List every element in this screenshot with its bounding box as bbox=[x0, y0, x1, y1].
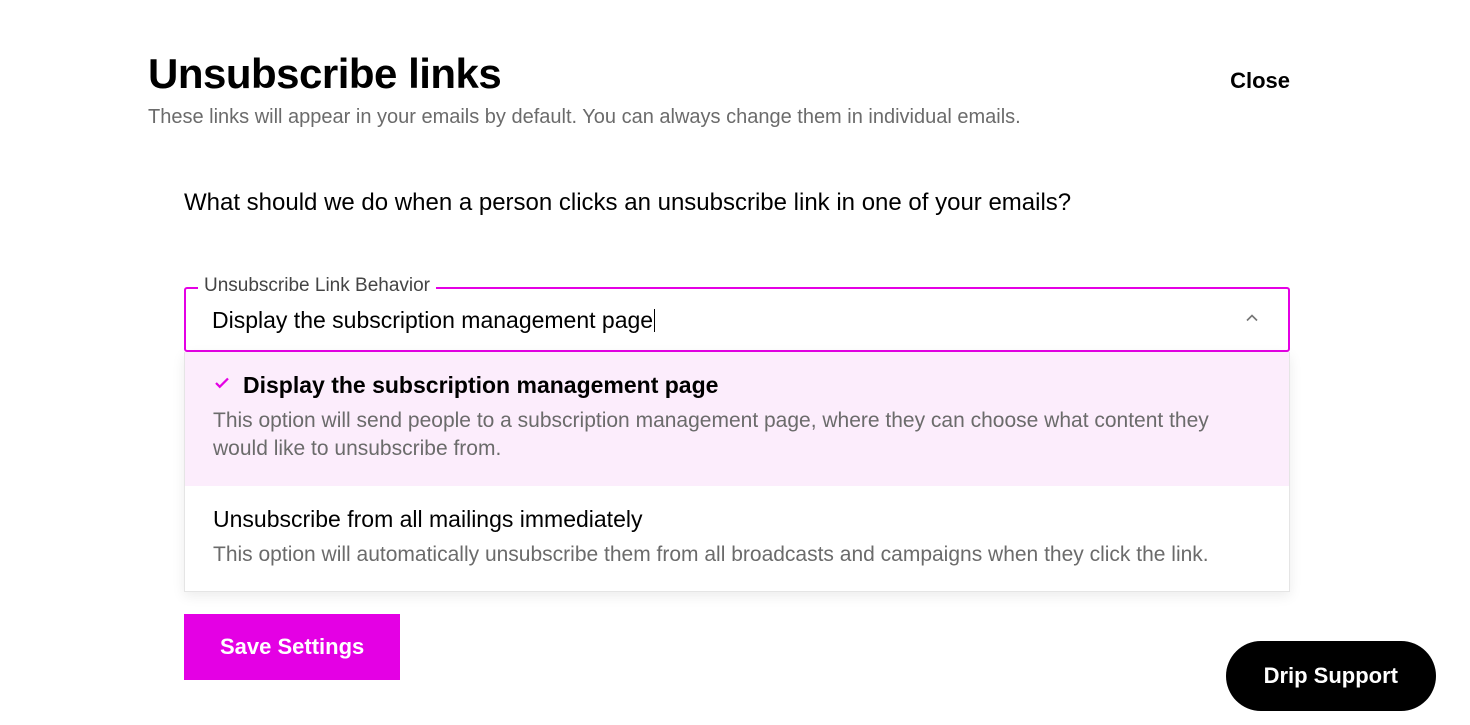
page-title: Unsubscribe links bbox=[148, 50, 1230, 98]
unsubscribe-behavior-select: Unsubscribe Link Behavior Display the su… bbox=[184, 287, 1290, 592]
select-value: Display the subscription management page bbox=[212, 307, 653, 334]
drip-support-button[interactable]: Drip Support bbox=[1226, 641, 1436, 711]
select-label: Unsubscribe Link Behavior bbox=[198, 275, 436, 297]
page-subtitle: These links will appear in your emails b… bbox=[148, 106, 1230, 129]
option-title: Unsubscribe from all mailings immediatel… bbox=[213, 506, 642, 533]
question-text: What should we do when a person clicks a… bbox=[184, 189, 1290, 217]
check-icon bbox=[213, 374, 231, 397]
option-description: This option will send people to a subscr… bbox=[213, 407, 1261, 464]
save-settings-button[interactable]: Save Settings bbox=[184, 614, 400, 680]
page-header: Unsubscribe links These links will appea… bbox=[148, 50, 1290, 129]
select-dropdown: Display the subscription management page… bbox=[184, 352, 1290, 592]
option-unsubscribe-all[interactable]: Unsubscribe from all mailings immediatel… bbox=[185, 486, 1289, 591]
option-subscription-page[interactable]: Display the subscription management page… bbox=[185, 352, 1289, 486]
option-description: This option will automatically unsubscri… bbox=[213, 541, 1261, 569]
close-button[interactable]: Close bbox=[1230, 50, 1290, 94]
chevron-up-icon bbox=[1242, 308, 1262, 333]
option-title: Display the subscription management page bbox=[243, 372, 718, 399]
